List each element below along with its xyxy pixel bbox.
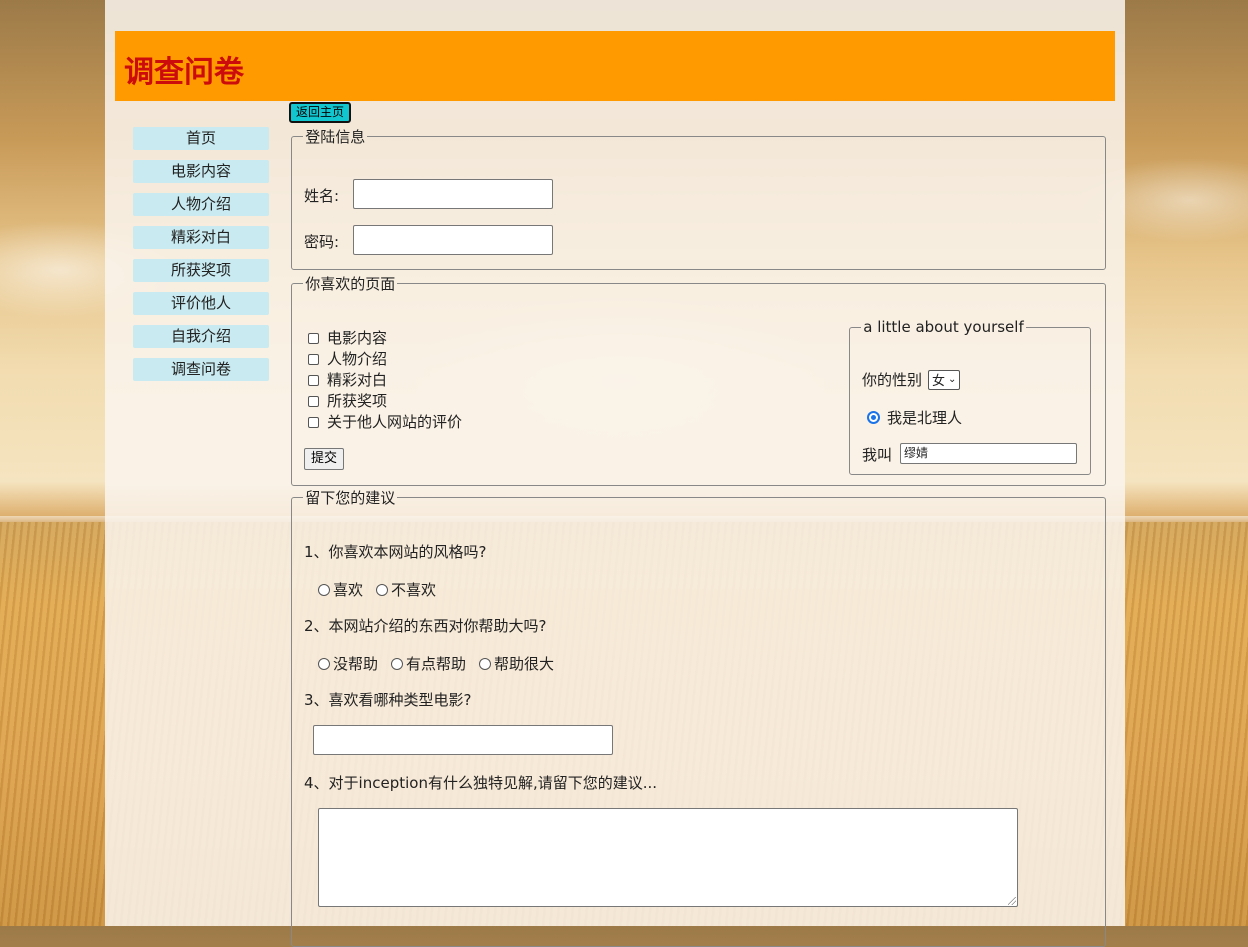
submit-button[interactable]: 提交 <box>304 448 345 470</box>
favorite-option-label: 关于他人网站的评价 <box>327 413 463 431</box>
q1-option-like[interactable]: 喜欢 <box>318 579 363 600</box>
radio-selected[interactable] <box>867 411 880 424</box>
radio[interactable] <box>391 657 404 670</box>
radio[interactable] <box>479 657 492 670</box>
nav-item-movie-content[interactable]: 电影内容 <box>133 160 269 183</box>
suggestions-legend: 留下您的建议 <box>305 489 396 507</box>
suggestion-textarea[interactable] <box>318 808 1018 907</box>
header-banner: 调查问卷 <box>115 31 1115 101</box>
bit-radio-label: 我是北理人 <box>887 409 963 427</box>
my-name-input[interactable]: 缪婧 <box>900 443 1077 464</box>
q1-option-dislike[interactable]: 不喜欢 <box>376 579 436 600</box>
page-title: 调查问卷 <box>124 55 244 90</box>
movie-genre-input[interactable] <box>313 725 613 755</box>
favorites-legend: 你喜欢的页面 <box>305 275 396 293</box>
sidebar-nav: 首页 电影内容 人物介绍 精彩对白 所获奖项 评价他人 自我介绍 调查问卷 <box>133 127 269 391</box>
nav-item-dialogues[interactable]: 精彩对白 <box>133 226 269 249</box>
radio[interactable] <box>376 583 389 596</box>
name-input[interactable] <box>353 179 553 209</box>
favorites-fieldset: 你喜欢的页面 电影内容 人物介绍 精彩对白 所获奖项 关于他人网站的评价 提交 … <box>291 273 1106 486</box>
favorite-option[interactable]: 关于他人网站的评价 <box>308 412 462 433</box>
resize-handle-icon[interactable] <box>1008 897 1016 905</box>
checkbox[interactable] <box>308 375 319 386</box>
radio[interactable] <box>318 657 330 670</box>
nav-item-awards[interactable]: 所获奖项 <box>133 259 269 282</box>
checkbox[interactable] <box>308 354 319 365</box>
option-label: 不喜欢 <box>391 581 437 599</box>
favorite-option[interactable]: 精彩对白 <box>308 370 462 391</box>
bit-radio-row[interactable]: 我是北理人 <box>867 407 962 428</box>
nav-item-home[interactable]: 首页 <box>133 127 269 150</box>
q2-option-none[interactable]: 没帮助 <box>318 653 378 674</box>
chevron-down-icon: ⌄ <box>948 374 957 385</box>
gender-value: 女 <box>932 374 946 389</box>
question-1: 1、你喜欢本网站的风格吗? <box>304 543 487 561</box>
gender-label: 你的性别 <box>862 371 923 389</box>
favorite-option-label: 人物介绍 <box>327 350 388 368</box>
back-home-button[interactable]: 返回主页 <box>289 102 352 123</box>
nav-item-reviews[interactable]: 评价他人 <box>133 292 269 315</box>
my-name-label: 我叫 <box>862 446 893 464</box>
checkbox[interactable] <box>308 333 319 344</box>
option-label: 喜欢 <box>333 581 364 599</box>
nav-item-characters[interactable]: 人物介绍 <box>133 193 269 216</box>
about-fieldset: a little about yourself 你的性别 女 ⌄ 我是北理人 我… <box>849 318 1091 475</box>
question-1-options: 喜欢 不喜欢 <box>318 579 449 600</box>
about-legend: a little about yourself <box>863 318 1024 336</box>
password-input[interactable] <box>353 225 553 255</box>
login-legend: 登陆信息 <box>305 128 366 146</box>
gender-select[interactable]: 女 ⌄ <box>928 369 961 390</box>
favorite-option[interactable]: 所获奖项 <box>308 391 462 412</box>
question-2: 2、本网站介绍的东西对你帮助大吗? <box>304 617 547 635</box>
q2-option-some[interactable]: 有点帮助 <box>391 653 466 674</box>
favorite-option[interactable]: 人物介绍 <box>308 349 462 370</box>
gender-row: 你的性别 女 ⌄ <box>862 369 961 390</box>
favorite-option[interactable]: 电影内容 <box>308 328 462 349</box>
option-label: 有点帮助 <box>406 655 467 673</box>
option-label: 没帮助 <box>333 655 379 673</box>
suggestions-fieldset: 留下您的建议 1、你喜欢本网站的风格吗? 喜欢 不喜欢 2、本网站介绍的东西对你… <box>291 487 1106 947</box>
nav-item-about-me[interactable]: 自我介绍 <box>133 325 269 348</box>
checkbox[interactable] <box>308 417 319 428</box>
option-label: 帮助很大 <box>494 655 555 673</box>
question-4: 4、对于inception有什么独特见解,请留下您的建议... <box>304 774 658 792</box>
page-container: 调查问卷 首页 电影内容 人物介绍 精彩对白 所获奖项 评价他人 自我介绍 调查… <box>105 0 1125 947</box>
question-3: 3、喜欢看哪种类型电影? <box>304 691 472 709</box>
favorite-option-label: 所获奖项 <box>327 392 388 410</box>
q2-option-much[interactable]: 帮助很大 <box>479 653 554 674</box>
question-2-options: 没帮助 有点帮助 帮助很大 <box>318 653 567 674</box>
password-label: 密码: <box>304 233 340 251</box>
radio[interactable] <box>318 583 330 596</box>
favorite-option-label: 电影内容 <box>327 329 388 347</box>
nav-item-survey[interactable]: 调查问卷 <box>133 358 269 381</box>
name-label: 姓名: <box>304 187 340 205</box>
login-fieldset: 登陆信息 姓名: 密码: <box>291 126 1106 270</box>
favorites-checklist: 电影内容 人物介绍 精彩对白 所获奖项 关于他人网站的评价 <box>308 328 462 433</box>
checkbox[interactable] <box>308 396 319 407</box>
favorite-option-label: 精彩对白 <box>327 371 388 389</box>
